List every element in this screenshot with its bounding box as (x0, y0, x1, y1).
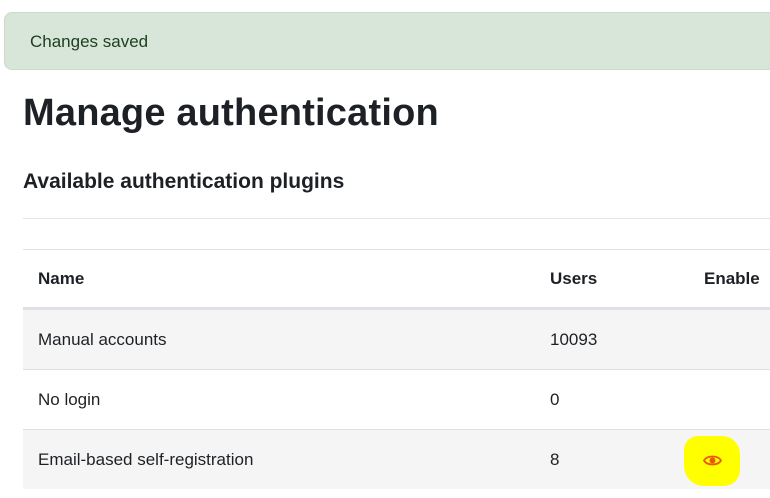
table-header-row: Name Users Enable (23, 249, 770, 309)
section-title: Available authentication plugins (23, 170, 345, 193)
plugin-users-count: 10093 (550, 329, 598, 349)
plugins-table: Name Users Enable Manual accounts 10093 … (23, 249, 770, 489)
success-alert: Changes saved (4, 12, 770, 70)
column-header-enable: Enable (704, 268, 760, 288)
table-row: Email-based self-registration 8 (23, 429, 770, 489)
plugin-name: Email-based self-registration (38, 449, 254, 469)
table-row: Manual accounts 10093 (23, 309, 770, 369)
plugin-name: Manual accounts (38, 329, 167, 349)
alert-message: Changes saved (30, 32, 149, 51)
column-header-name: Name (38, 268, 85, 288)
table-row: No login 0 (23, 369, 770, 429)
enable-toggle-button[interactable] (684, 436, 740, 486)
section-divider (23, 218, 770, 219)
eye-icon (703, 455, 722, 466)
plugin-name: No login (38, 389, 101, 409)
plugin-users-count: 8 (550, 449, 560, 469)
page-title: Manage authentication (23, 92, 439, 134)
plugin-users-count: 0 (550, 389, 560, 409)
column-header-users: Users (550, 268, 598, 288)
